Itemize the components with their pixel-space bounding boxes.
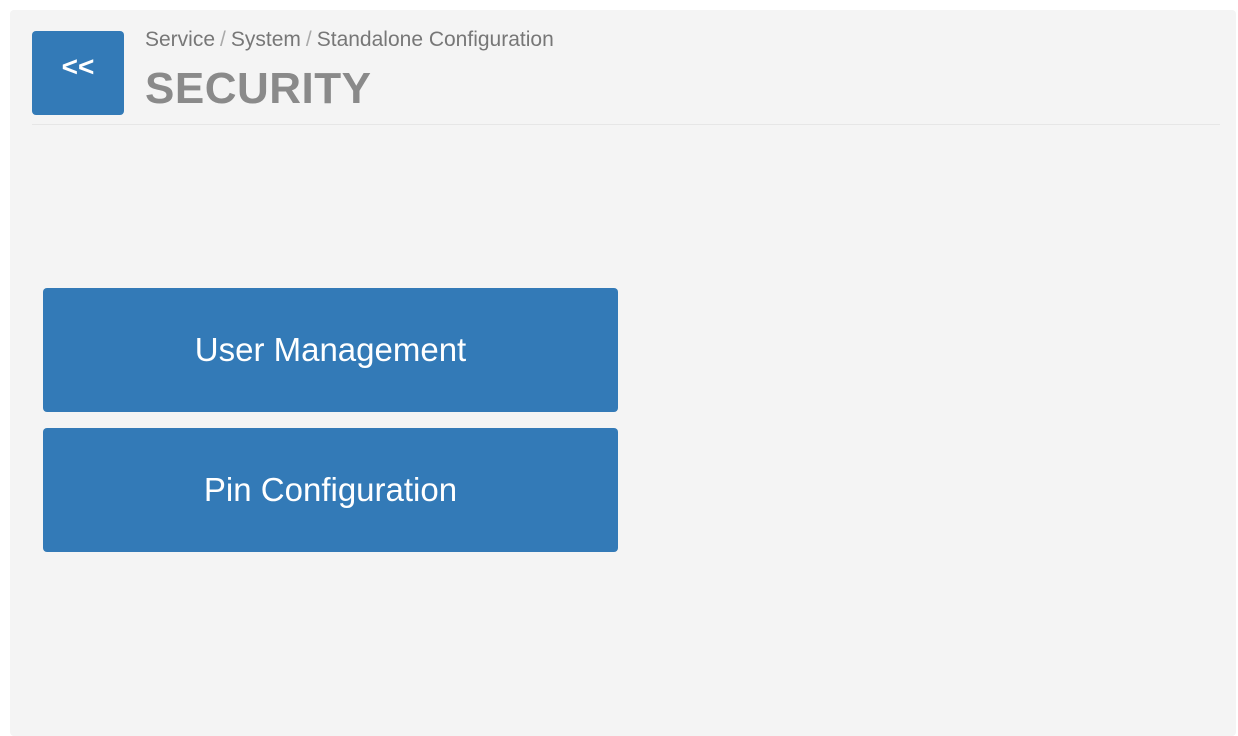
breadcrumb: Service / System / Standalone Configuration bbox=[145, 28, 554, 52]
page-title: SECURITY bbox=[145, 64, 372, 113]
breadcrumb-item-system[interactable]: System bbox=[231, 28, 301, 51]
double-chevron-left-icon: << bbox=[61, 51, 95, 82]
security-panel: << Service / System / Standalone Configurati… bbox=[10, 10, 1236, 736]
header-divider bbox=[32, 124, 1220, 125]
breadcrumb-separator: / bbox=[305, 28, 312, 51]
pin-configuration-label: Pin Configuration bbox=[203, 471, 458, 508]
user-management-label: User Management bbox=[194, 331, 467, 368]
pin-configuration-button[interactable]: Pin Configuration bbox=[43, 428, 618, 552]
user-management-button[interactable]: User Management bbox=[43, 288, 618, 412]
breadcrumb-separator: / bbox=[220, 28, 226, 51]
breadcrumb-item-service[interactable]: Service bbox=[145, 28, 215, 51]
back-button[interactable]: << bbox=[32, 31, 124, 115]
breadcrumb-item-standalone-configuration[interactable]: Standalone Configuration bbox=[317, 28, 554, 51]
